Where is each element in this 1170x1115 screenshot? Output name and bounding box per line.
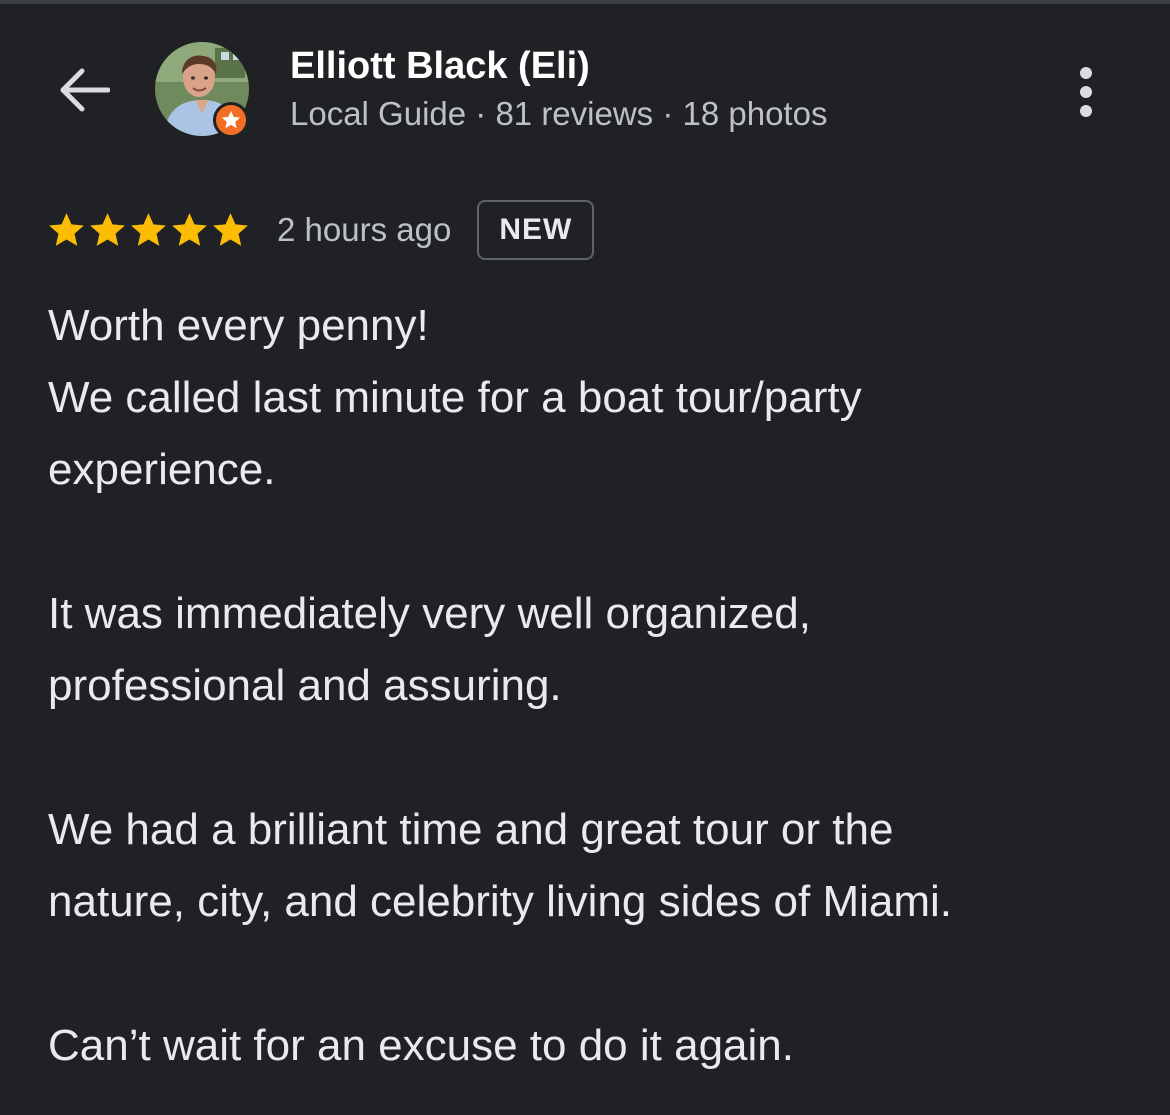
- avatar[interactable]: [155, 42, 251, 138]
- back-button[interactable]: [50, 60, 118, 120]
- local-guide-badge: [213, 102, 249, 138]
- review-line: It was immediately very well organized,: [48, 589, 811, 638]
- arrow-left-icon: [60, 68, 110, 112]
- review-line: Can’t wait for an excuse to do it again.: [48, 1021, 794, 1070]
- author-meta: Local Guide · 81 reviews · 18 photos: [290, 95, 828, 132]
- more-options-button[interactable]: [1060, 62, 1112, 122]
- local-guide-star-icon: [221, 110, 241, 129]
- more-vertical-icon: [1080, 67, 1092, 117]
- author-name[interactable]: Elliott Black (Eli): [290, 44, 590, 88]
- review-line: nature, city, and celebrity living sides…: [48, 877, 952, 926]
- review-text: Worth every penny! We called last minute…: [48, 290, 1128, 1082]
- review-line: We had a brilliant time and great tour o…: [48, 805, 894, 854]
- star-icon: [213, 212, 248, 246]
- new-badge: NEW: [477, 200, 595, 260]
- star-rating: [46, 210, 251, 251]
- star-icon: [90, 212, 125, 246]
- review-line: We called last minute for a boat tour/pa…: [48, 373, 862, 422]
- review-line: Worth every penny!: [48, 301, 429, 350]
- review-line: experience.: [48, 445, 276, 494]
- review-header: Elliott Black (Eli) Local Guide · 81 rev…: [0, 36, 1170, 146]
- top-divider: [0, 0, 1170, 4]
- star-icon: [131, 212, 166, 246]
- star-icon: [172, 212, 207, 246]
- review-line: professional and assuring.: [48, 661, 562, 710]
- review-time: 2 hours ago: [277, 211, 452, 248]
- rating-row: 2 hours ago NEW: [46, 198, 595, 262]
- star-icon: [49, 212, 84, 246]
